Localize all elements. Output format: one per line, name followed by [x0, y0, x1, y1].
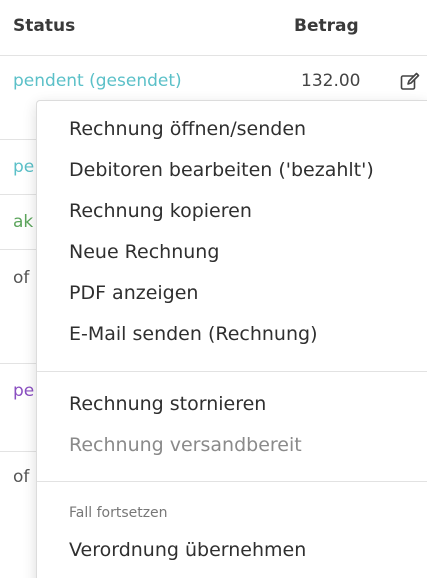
edit-icon[interactable] [400, 72, 420, 92]
column-header-status[interactable]: Status [13, 16, 75, 36]
menu-item-send-email[interactable]: E-Mail senden (Rechnung) [69, 323, 318, 345]
menu-item-copy-invoice[interactable]: Rechnung kopieren [69, 200, 252, 222]
status-text[interactable]: pe [13, 157, 34, 177]
menu-divider [37, 481, 427, 482]
menu-item-cancel-invoice[interactable]: Rechnung stornieren [69, 393, 266, 415]
amount-text: 132.00 [301, 71, 361, 91]
status-text[interactable]: pendent (gesendet) [13, 71, 182, 91]
menu-item-ready-to-send: Rechnung versandbereit [69, 434, 302, 456]
menu-item-show-pdf[interactable]: PDF anzeigen [69, 282, 198, 304]
status-text[interactable]: ak [13, 212, 33, 232]
status-text[interactable]: of [13, 467, 29, 487]
menu-divider [37, 371, 427, 372]
menu-item-adopt-prescription[interactable]: Verordnung übernehmen [69, 539, 306, 561]
invoice-actions-menu: Rechnung öffnen/senden Debitoren bearbei… [36, 100, 427, 578]
status-text[interactable]: pe [13, 381, 34, 401]
menu-item-new-invoice[interactable]: Neue Rechnung [69, 241, 219, 263]
menu-item-edit-debtors[interactable]: Debitoren bearbeiten ('bezahlt') [69, 159, 374, 181]
menu-section-header: Fall fortsetzen [69, 505, 168, 521]
status-text[interactable]: of [13, 268, 29, 288]
column-header-betrag[interactable]: Betrag [294, 16, 359, 36]
table-header: Status Betrag [0, 0, 427, 56]
menu-item-open-send-invoice[interactable]: Rechnung öffnen/senden [69, 118, 306, 140]
invoice-list-page: Status Betrag pendent (gesendet) 132.00 … [0, 0, 427, 578]
